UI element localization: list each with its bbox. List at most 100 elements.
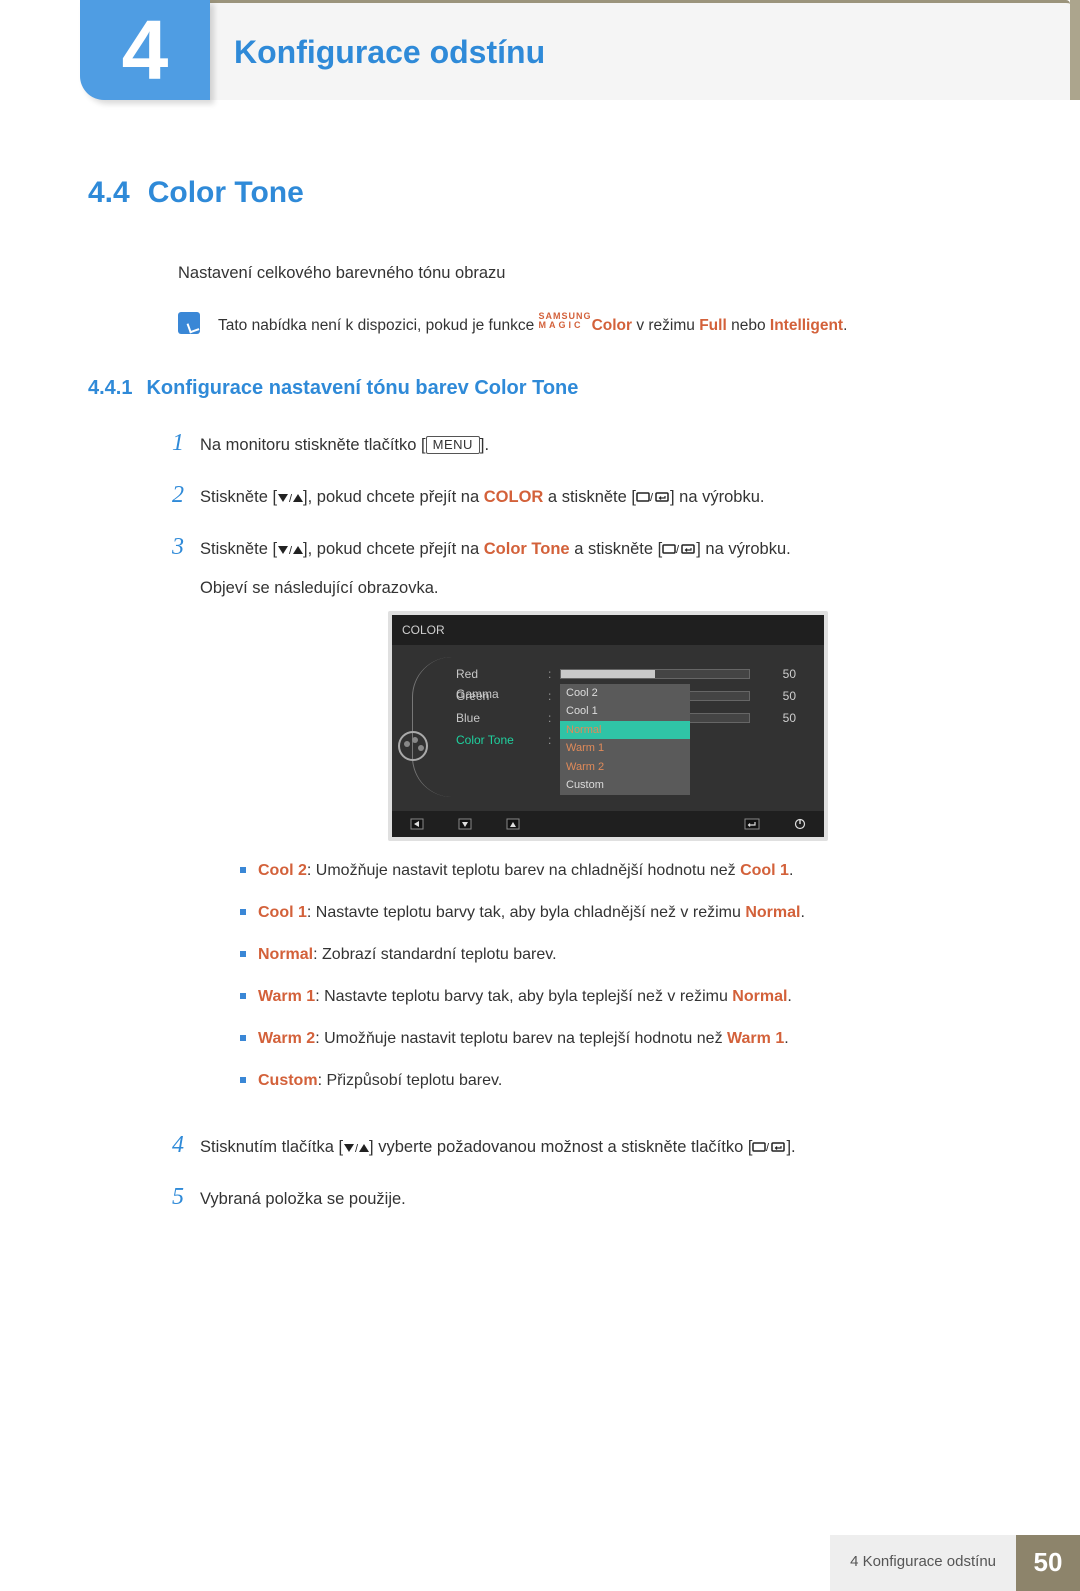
bullet-icon [240, 951, 246, 957]
osd-row-red: Red : 50 [456, 663, 816, 685]
text: ]. [786, 1138, 795, 1156]
text: : Zobrazí standardní teplotu barev. [313, 946, 556, 963]
chapter-number-badge: 4 [80, 0, 210, 100]
text: a stiskněte [ [570, 540, 663, 558]
svg-text:/: / [766, 1142, 770, 1154]
bullet-icon [240, 909, 246, 915]
ref: Normal [745, 904, 800, 921]
osd-option: Cool 1 [560, 702, 690, 721]
step-number: 1 [164, 425, 184, 461]
text: . [789, 862, 793, 879]
step-number: 2 [164, 477, 184, 513]
osd-curve-decoration [412, 657, 454, 797]
osd-label: Gamma [456, 685, 548, 703]
step-1: 1 Na monitoru stiskněte tlačítko [MENU]. [164, 425, 992, 461]
ref: Cool 1 [740, 862, 789, 879]
text: : Přizpůsobí teplotu barev. [318, 1072, 503, 1089]
power-icon [794, 818, 806, 830]
text: . [787, 988, 791, 1005]
osd-option-selected: Normal [560, 721, 690, 740]
bullet-icon [240, 1077, 246, 1083]
section-intro: Nastavení celkového barevného tónu obraz… [88, 261, 992, 286]
chapter-title: Konfigurace odstínu [210, 0, 1070, 100]
color-label: COLOR [484, 488, 544, 506]
page-header: 4 Konfigurace odstínu [0, 0, 1080, 100]
bullet-cool1: Cool 1: Nastavte teplotu barvy tak, aby … [240, 901, 992, 925]
enter-icon [744, 818, 760, 830]
note-text: Tato nabídka není k dispozici, pokud je … [218, 312, 847, 337]
magic-color: Color [592, 317, 632, 334]
osd-options: Cool 2 Cool 1 Normal Warm 1 Warm 2 Custo… [560, 684, 816, 795]
colon: : [548, 665, 560, 683]
key: Normal [258, 946, 313, 963]
osd-value: 50 [762, 665, 796, 683]
step-body: Stiskněte [ / ], pokud chcete přejít na CO… [200, 485, 992, 512]
step-number: 4 [164, 1127, 184, 1163]
step-number: 3 [164, 529, 184, 565]
note-or: nebo [731, 317, 770, 334]
source-enter-icon: / [636, 487, 670, 512]
svg-text:/: / [355, 1143, 359, 1154]
text: ], pokud chcete přejít na [303, 488, 484, 506]
step-body: Na monitoru stiskněte tlačítko [MENU]. [200, 433, 992, 458]
colon: : [548, 687, 560, 705]
key: Cool 2 [258, 862, 307, 879]
colon: : [548, 731, 560, 749]
step-body: Stisknutím tlačítka [/] vyberte požadova… [200, 1135, 992, 1162]
source-enter-icon: / [662, 539, 696, 564]
osd-navbar [392, 811, 824, 837]
step-3: 3 Stiskněte [/], pokud chcete přejít na … [164, 529, 992, 1111]
down-up-arrows-icon: / [277, 539, 303, 564]
key: Cool 1 [258, 904, 307, 921]
key: Warm 2 [258, 1030, 315, 1047]
header-stripe [1070, 0, 1080, 100]
text: : Umožňuje nastavit teplotu barev na tep… [315, 1030, 727, 1047]
colon: : [548, 709, 560, 727]
subsection-heading: 4.4.1 Konfigurace nastavení tónu barev C… [88, 373, 992, 403]
bullet-icon [240, 1035, 246, 1041]
source-enter-icon: / [752, 1137, 786, 1162]
text: Na monitoru stiskněte tlačítko [ [200, 436, 426, 454]
osd-option: Warm 1 [560, 739, 690, 758]
up-arrow-icon [506, 818, 520, 830]
step-number: 5 [164, 1179, 184, 1215]
palette-icon [398, 731, 428, 761]
section-number: 4.4 [88, 170, 130, 215]
osd-option: Warm 2 [560, 758, 690, 777]
osd-label-active: Color Tone [456, 731, 548, 749]
svg-text:/: / [676, 544, 680, 556]
bullet-icon [240, 867, 246, 873]
text: : Nastavte teplotu barvy tak, aby byla c… [307, 904, 745, 921]
section-heading: 4.4 Color Tone [88, 170, 992, 215]
text: ] na výrobku. [696, 540, 790, 558]
step-body: Stiskněte [/], pokud chcete přejít na Co… [200, 537, 992, 1111]
text: a stiskněte [ [543, 488, 636, 506]
bullet-icon [240, 993, 246, 999]
bullet-warm1: Warm 1: Nastavte teplotu barvy tak, aby … [240, 985, 992, 1009]
ref: Warm 1 [727, 1030, 784, 1047]
bullet-normal: Normal: Zobrazí standardní teplotu barev… [240, 943, 992, 967]
note-row: Tato nabídka není k dispozici, pokud je … [88, 312, 992, 337]
bullet-warm2: Warm 2: Umožňuje nastavit teplotu barev … [240, 1027, 992, 1051]
down-up-arrows-icon: / [277, 487, 303, 512]
note-prefix: Tato nabídka není k dispozici, pokud je … [218, 317, 539, 334]
note-mid: v režimu [636, 317, 699, 334]
note-intelligent: Intelligent [770, 317, 843, 334]
text: ] vyberte požadovanou možnost a stisknět… [369, 1138, 752, 1156]
footer-label: 4 Konfigurace odstínu [830, 1535, 1016, 1591]
step-2: 2 Stiskněte [ / ], pokud chcete přejít na … [164, 477, 992, 513]
text: Stiskněte [ [200, 488, 277, 506]
text: ], pokud chcete přejít na [303, 540, 484, 558]
key: Custom [258, 1072, 318, 1089]
step-5: 5 Vybraná položka se použije. [164, 1179, 992, 1215]
osd-option: Custom [560, 776, 690, 795]
text: : Nastavte teplotu barvy tak, aby byla t… [315, 988, 732, 1005]
svg-text:/: / [650, 492, 654, 504]
svg-text:/: / [289, 493, 293, 504]
osd-title: COLOR [392, 615, 824, 645]
key: Warm 1 [258, 988, 315, 1005]
section-title: Color Tone [148, 170, 304, 215]
bullet-custom: Custom: Přizpůsobí teplotu barev. [240, 1069, 992, 1093]
step-4: 4 Stisknutím tlačítka [/] vyberte požado… [164, 1127, 992, 1163]
bullet-cool2: Cool 2: Umožňuje nastavit teplotu barev … [240, 859, 992, 883]
